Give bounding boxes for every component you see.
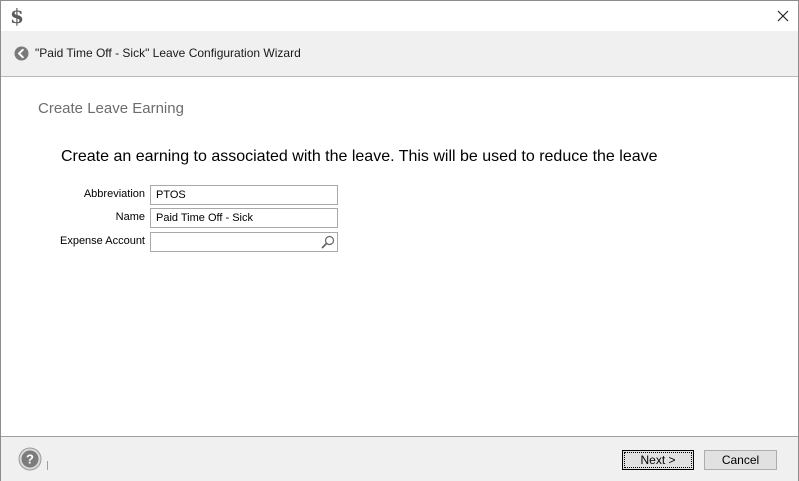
wizard-title: "Paid Time Off - Sick" Leave Configurati… (35, 46, 301, 60)
wizard-window: $ "Paid Time Off - Sick" Leave Configura… (0, 0, 799, 481)
close-icon (777, 10, 789, 22)
expense-account-field[interactable] (150, 232, 338, 252)
magnifier-icon[interactable] (321, 235, 335, 249)
title-bar: $ (1, 1, 798, 31)
abbreviation-label: Abbreviation (83, 188, 145, 200)
name-label: Name (115, 211, 145, 223)
abbreviation-field[interactable]: PTOS (150, 185, 338, 205)
next-button[interactable]: Next > (622, 450, 694, 470)
focus-outline (624, 452, 692, 468)
svg-text:?: ? (26, 452, 34, 467)
footer-divider (47, 461, 48, 470)
step-instruction: Create an earning to associated with the… (61, 148, 658, 165)
back-arrow-circle-icon (14, 46, 29, 61)
help-question-icon: ? (18, 447, 42, 471)
help-button[interactable]: ? (18, 447, 42, 471)
wizard-footer: ? Next > Cancel (1, 436, 798, 481)
back-button[interactable] (14, 46, 29, 61)
cancel-button-label: Cancel (721, 453, 760, 467)
expense-account-label: Expense Account (59, 235, 145, 247)
name-field[interactable]: Paid Time Off - Sick (150, 208, 338, 228)
close-button[interactable] (768, 1, 798, 31)
wizard-header: "Paid Time Off - Sick" Leave Configurati… (1, 31, 798, 77)
step-title: Create Leave Earning (38, 100, 184, 117)
abbreviation-value: PTOS (156, 189, 186, 201)
name-value: Paid Time Off - Sick (156, 212, 253, 224)
dollar-sign-icon: $ (10, 4, 24, 28)
cancel-button[interactable]: Cancel (704, 450, 777, 470)
